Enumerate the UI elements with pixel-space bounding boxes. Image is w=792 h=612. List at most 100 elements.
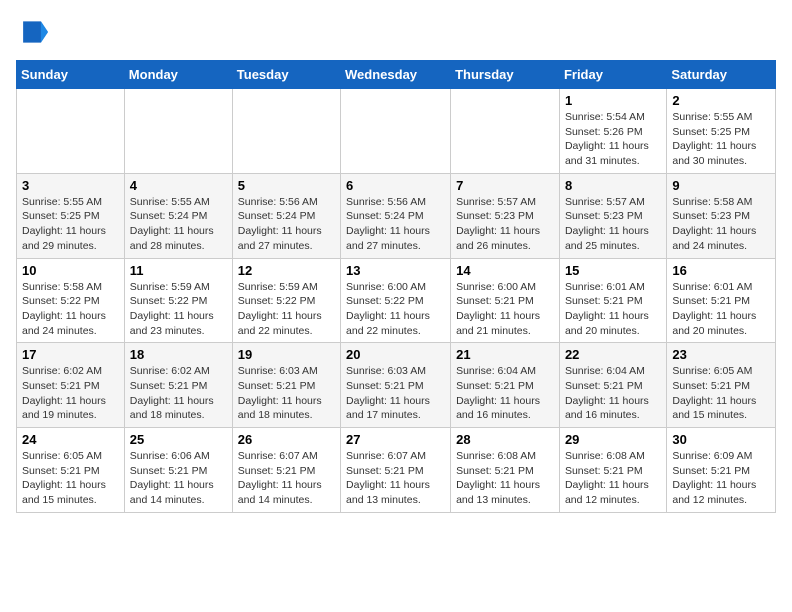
day-number: 4 [130, 178, 227, 193]
day-info: Sunrise: 6:08 AMSunset: 5:21 PMDaylight:… [456, 449, 554, 508]
day-number: 17 [22, 347, 119, 362]
calendar-cell: 8 Sunrise: 5:57 AMSunset: 5:23 PMDaylight… [559, 173, 666, 258]
day-number: 20 [346, 347, 445, 362]
logo [16, 16, 52, 48]
day-number: 6 [346, 178, 445, 193]
calendar-cell: 27 Sunrise: 6:07 AMSunset: 5:21 PMDayligh… [341, 428, 451, 513]
day-info: Sunrise: 6:03 AMSunset: 5:21 PMDaylight:… [238, 364, 335, 423]
day-info: Sunrise: 5:56 AMSunset: 5:24 PMDaylight:… [238, 195, 335, 254]
day-info: Sunrise: 6:01 AMSunset: 5:21 PMDaylight:… [672, 280, 770, 339]
day-info: Sunrise: 6:02 AMSunset: 5:21 PMDaylight:… [130, 364, 227, 423]
header-tuesday: Tuesday [232, 61, 340, 89]
day-number: 1 [565, 93, 661, 108]
day-number: 19 [238, 347, 335, 362]
day-number: 10 [22, 263, 119, 278]
calendar-cell: 18 Sunrise: 6:02 AMSunset: 5:21 PMDayligh… [124, 343, 232, 428]
calendar-header: SundayMondayTuesdayWednesdayThursdayFrid… [17, 61, 776, 89]
calendar-cell: 26 Sunrise: 6:07 AMSunset: 5:21 PMDayligh… [232, 428, 340, 513]
calendar-cell [451, 89, 560, 174]
day-info: Sunrise: 5:57 AMSunset: 5:23 PMDaylight:… [565, 195, 661, 254]
day-number: 18 [130, 347, 227, 362]
calendar-cell: 20 Sunrise: 6:03 AMSunset: 5:21 PMDayligh… [341, 343, 451, 428]
day-info: Sunrise: 5:58 AMSunset: 5:22 PMDaylight:… [22, 280, 119, 339]
day-number: 26 [238, 432, 335, 447]
day-info: Sunrise: 5:54 AMSunset: 5:26 PMDaylight:… [565, 110, 661, 169]
day-number: 27 [346, 432, 445, 447]
day-number: 15 [565, 263, 661, 278]
calendar-body: 1 Sunrise: 5:54 AMSunset: 5:26 PMDaylight… [17, 89, 776, 513]
calendar-cell [341, 89, 451, 174]
calendar-cell: 12 Sunrise: 5:59 AMSunset: 5:22 PMDayligh… [232, 258, 340, 343]
header-monday: Monday [124, 61, 232, 89]
calendar-cell: 17 Sunrise: 6:02 AMSunset: 5:21 PMDayligh… [17, 343, 125, 428]
calendar-cell: 6 Sunrise: 5:56 AMSunset: 5:24 PMDaylight… [341, 173, 451, 258]
calendar-cell: 3 Sunrise: 5:55 AMSunset: 5:25 PMDaylight… [17, 173, 125, 258]
day-number: 28 [456, 432, 554, 447]
day-info: Sunrise: 5:59 AMSunset: 5:22 PMDaylight:… [130, 280, 227, 339]
calendar-cell: 22 Sunrise: 6:04 AMSunset: 5:21 PMDayligh… [559, 343, 666, 428]
week-row-4: 17 Sunrise: 6:02 AMSunset: 5:21 PMDayligh… [17, 343, 776, 428]
day-info: Sunrise: 6:05 AMSunset: 5:21 PMDaylight:… [672, 364, 770, 423]
day-number: 11 [130, 263, 227, 278]
calendar-cell: 11 Sunrise: 5:59 AMSunset: 5:22 PMDayligh… [124, 258, 232, 343]
day-number: 9 [672, 178, 770, 193]
day-info: Sunrise: 5:55 AMSunset: 5:24 PMDaylight:… [130, 195, 227, 254]
day-info: Sunrise: 5:57 AMSunset: 5:23 PMDaylight:… [456, 195, 554, 254]
day-number: 14 [456, 263, 554, 278]
day-number: 3 [22, 178, 119, 193]
day-info: Sunrise: 6:03 AMSunset: 5:21 PMDaylight:… [346, 364, 445, 423]
day-number: 13 [346, 263, 445, 278]
day-info: Sunrise: 6:00 AMSunset: 5:21 PMDaylight:… [456, 280, 554, 339]
day-info: Sunrise: 6:05 AMSunset: 5:21 PMDaylight:… [22, 449, 119, 508]
calendar-cell: 16 Sunrise: 6:01 AMSunset: 5:21 PMDayligh… [667, 258, 776, 343]
day-number: 29 [565, 432, 661, 447]
day-number: 22 [565, 347, 661, 362]
logo-icon [16, 16, 48, 48]
calendar-cell: 25Sunrise: 6:06 AMSunset: 5:21 PMDayligh… [124, 428, 232, 513]
calendar-cell: 4 Sunrise: 5:55 AMSunset: 5:24 PMDaylight… [124, 173, 232, 258]
day-info: Sunrise: 6:04 AMSunset: 5:21 PMDaylight:… [565, 364, 661, 423]
calendar-cell: 30Sunrise: 6:09 AMSunset: 5:21 PMDayligh… [667, 428, 776, 513]
calendar-cell: 2 Sunrise: 5:55 AMSunset: 5:25 PMDaylight… [667, 89, 776, 174]
calendar-cell: 5 Sunrise: 5:56 AMSunset: 5:24 PMDaylight… [232, 173, 340, 258]
header-saturday: Saturday [667, 61, 776, 89]
calendar-cell [232, 89, 340, 174]
day-number: 8 [565, 178, 661, 193]
day-info: Sunrise: 6:07 AMSunset: 5:21 PMDaylight:… [238, 449, 335, 508]
week-row-3: 10 Sunrise: 5:58 AMSunset: 5:22 PMDayligh… [17, 258, 776, 343]
calendar-cell: 21 Sunrise: 6:04 AMSunset: 5:21 PMDayligh… [451, 343, 560, 428]
day-info: Sunrise: 6:07 AMSunset: 5:21 PMDaylight:… [346, 449, 445, 508]
header-wednesday: Wednesday [341, 61, 451, 89]
header-friday: Friday [559, 61, 666, 89]
day-info: Sunrise: 5:56 AMSunset: 5:24 PMDaylight:… [346, 195, 445, 254]
calendar-cell: 15 Sunrise: 6:01 AMSunset: 5:21 PMDayligh… [559, 258, 666, 343]
day-info: Sunrise: 5:55 AMSunset: 5:25 PMDaylight:… [22, 195, 119, 254]
day-number: 5 [238, 178, 335, 193]
day-number: 24 [22, 432, 119, 447]
day-number: 21 [456, 347, 554, 362]
day-info: Sunrise: 6:04 AMSunset: 5:21 PMDaylight:… [456, 364, 554, 423]
day-info: Sunrise: 5:58 AMSunset: 5:23 PMDaylight:… [672, 195, 770, 254]
page-header [16, 16, 776, 48]
week-row-1: 1 Sunrise: 5:54 AMSunset: 5:26 PMDaylight… [17, 89, 776, 174]
day-number: 7 [456, 178, 554, 193]
day-number: 2 [672, 93, 770, 108]
calendar-cell: 28 Sunrise: 6:08 AMSunset: 5:21 PMDayligh… [451, 428, 560, 513]
calendar-cell: 23 Sunrise: 6:05 AMSunset: 5:21 PMDayligh… [667, 343, 776, 428]
calendar-cell: 14 Sunrise: 6:00 AMSunset: 5:21 PMDayligh… [451, 258, 560, 343]
day-info: Sunrise: 5:59 AMSunset: 5:22 PMDaylight:… [238, 280, 335, 339]
day-info: Sunrise: 6:08 AMSunset: 5:21 PMDaylight:… [565, 449, 661, 508]
calendar-cell: 1 Sunrise: 5:54 AMSunset: 5:26 PMDaylight… [559, 89, 666, 174]
day-info: Sunrise: 6:01 AMSunset: 5:21 PMDaylight:… [565, 280, 661, 339]
calendar-table: SundayMondayTuesdayWednesdayThursdayFrid… [16, 60, 776, 513]
day-info: Sunrise: 5:55 AMSunset: 5:25 PMDaylight:… [672, 110, 770, 169]
day-number: 23 [672, 347, 770, 362]
day-number: 16 [672, 263, 770, 278]
header-row: SundayMondayTuesdayWednesdayThursdayFrid… [17, 61, 776, 89]
calendar-cell: 10 Sunrise: 5:58 AMSunset: 5:22 PMDayligh… [17, 258, 125, 343]
header-sunday: Sunday [17, 61, 125, 89]
calendar-cell: 9 Sunrise: 5:58 AMSunset: 5:23 PMDaylight… [667, 173, 776, 258]
day-info: Sunrise: 6:02 AMSunset: 5:21 PMDaylight:… [22, 364, 119, 423]
day-number: 12 [238, 263, 335, 278]
calendar-cell [17, 89, 125, 174]
